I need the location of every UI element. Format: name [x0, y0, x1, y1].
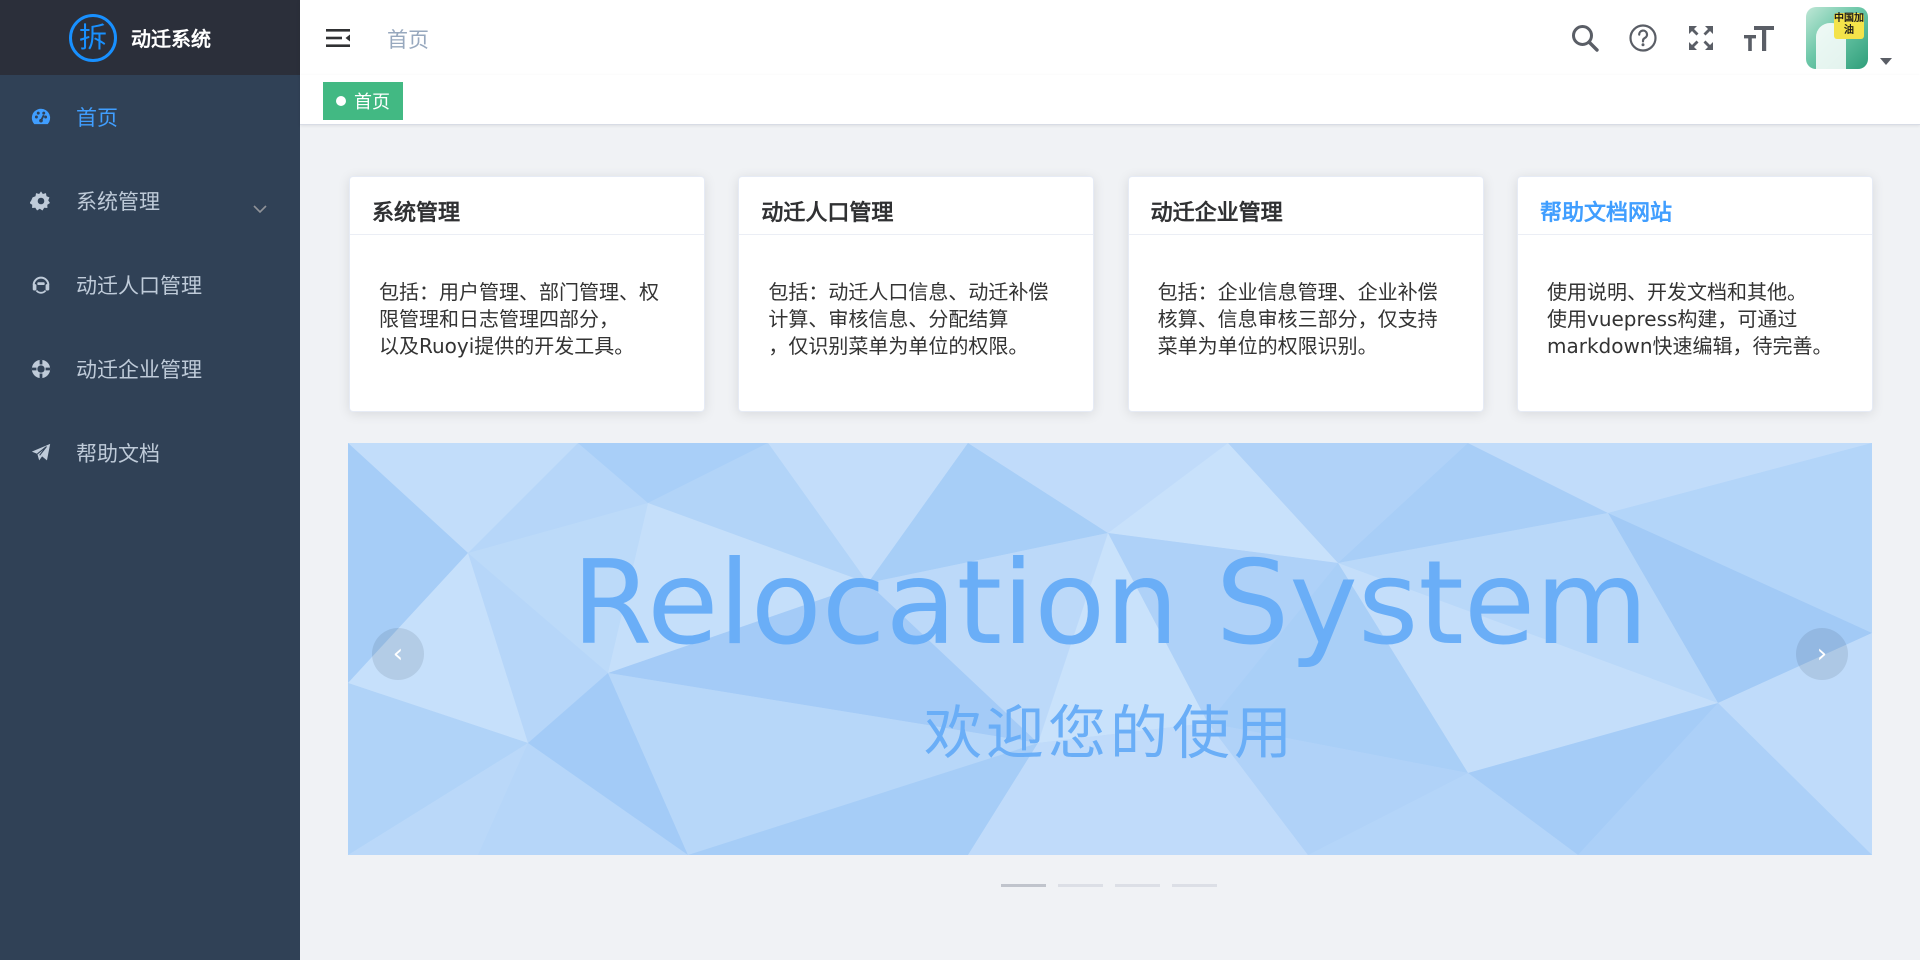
chevron-right-icon: ›: [1816, 639, 1828, 669]
card-body: 使用说明、开发文档和其他。 使用vuepress构建，可通过 markdown快…: [1518, 235, 1872, 360]
sidebar-menu: 首页 系统管理 动迁人口管理 动迁企业管理 帮助文档: [0, 75, 300, 495]
card-title: 动迁人口管理: [739, 177, 1094, 235]
avatar-badge: 中国加油: [1834, 12, 1864, 39]
card-line: 限管理和日志管理四部分，: [379, 307, 619, 331]
card-line: 菜单为单位的权限识别。: [1157, 334, 1378, 358]
enterprise-icon: [28, 356, 54, 382]
chevron-down-icon: [252, 195, 268, 219]
card-line: 包括：动迁人口信息、动迁补偿: [768, 280, 1049, 304]
fullscreen-icon[interactable]: [1684, 21, 1718, 55]
sidebar-item-help[interactable]: 帮助文档: [0, 411, 300, 495]
carousel-indicator[interactable]: [1058, 884, 1103, 887]
sidebar-item-system[interactable]: 系统管理: [0, 159, 300, 243]
carousel-title: Relocation System: [571, 536, 1649, 671]
user-menu[interactable]: 中国加油: [1806, 6, 1892, 69]
card-line: 核算、信息审核三部分，仅支持: [1157, 307, 1438, 331]
sidebar: 拆 动迁系统 首页 系统管理 动迁人口管理 动迁企业管理 帮助文档: [0, 0, 300, 960]
card-body: 包括：动迁人口信息、动迁补偿 计算、审核信息、分配结算 ，仅识别菜单为单位的权限…: [739, 235, 1093, 360]
sidebar-item-label: 系统管理: [76, 190, 160, 214]
dashboard-icon: [28, 104, 54, 130]
banner-carousel: Relocation System 欢迎您的使用 ‹ ›: [348, 443, 1872, 855]
card-title: 系统管理: [350, 177, 704, 235]
people-icon: [28, 272, 54, 298]
card-title: 动迁企业管理: [1128, 177, 1483, 235]
card-line: 包括：企业信息管理、企业补偿: [1157, 280, 1438, 304]
tag-home[interactable]: 首页: [323, 82, 403, 120]
sidebar-item-label: 首页: [76, 106, 118, 130]
card-line: 使用说明、开发文档和其他。: [1546, 280, 1807, 304]
carousel-subtitle: 欢迎您的使用: [923, 699, 1296, 767]
card-line: 包括：用户管理、部门管理、权: [379, 280, 659, 304]
card-line: ，仅识别菜单为单位的权限。: [768, 334, 1029, 358]
paper-plane-icon: [28, 440, 54, 466]
card-system-management: 系统管理 包括：用户管理、部门管理、权 限管理和日志管理四部分， 以及Ruoyi…: [349, 176, 705, 412]
chevron-left-icon: ‹: [392, 639, 404, 669]
carousel-next-button[interactable]: ›: [1796, 628, 1848, 680]
carousel-indicators: [1001, 884, 1217, 887]
carousel-indicator[interactable]: [1172, 884, 1217, 887]
sidebar-item-population[interactable]: 动迁人口管理: [0, 243, 300, 327]
card-line: 使用vuepress构建，可通过: [1546, 307, 1798, 331]
active-dot-icon: [336, 96, 346, 106]
feature-cards: 系统管理 包括：用户管理、部门管理、权 限管理和日志管理四部分， 以及Ruoyi…: [349, 176, 1873, 412]
logo-bar[interactable]: 拆 动迁系统: [0, 0, 300, 75]
card-population-management: 动迁人口管理 包括：动迁人口信息、动迁补偿 计算、审核信息、分配结算 ，仅识别菜…: [738, 176, 1095, 412]
carousel-prev-button[interactable]: ‹: [372, 628, 424, 680]
app-logo: 拆: [69, 13, 117, 62]
sidebar-item-label: 动迁企业管理: [76, 358, 202, 382]
sidebar-item-enterprise[interactable]: 动迁企业管理: [0, 327, 300, 411]
help-docs-link[interactable]: 帮助文档网站: [1517, 177, 1872, 235]
hamburger-menu-icon[interactable]: [324, 24, 352, 52]
carousel-indicator[interactable]: [1115, 884, 1160, 887]
sidebar-item-label: 帮助文档: [76, 442, 160, 466]
search-icon[interactable]: [1568, 21, 1602, 55]
top-navbar: 首页 中国加油: [300, 0, 1920, 75]
gear-icon: [28, 188, 54, 214]
card-body: 包括：企业信息管理、企业补偿 核算、信息审核三部分，仅支持 菜单为单位的权限识别…: [1129, 235, 1483, 360]
card-line: markdown快速编辑，待完善。: [1546, 334, 1833, 358]
sidebar-item-home[interactable]: 首页: [0, 75, 300, 159]
navbar-right: 中国加油: [1568, 0, 1920, 75]
caret-down-icon: [1880, 57, 1892, 65]
card-body: 包括：用户管理、部门管理、权 限管理和日志管理四部分， 以及Ruoyi提供的开发…: [350, 235, 704, 360]
avatar: 中国加油: [1806, 6, 1868, 69]
card-line: 计算、审核信息、分配结算: [768, 307, 1009, 331]
question-icon[interactable]: [1626, 21, 1660, 55]
font-size-icon[interactable]: [1742, 21, 1776, 55]
carousel-indicator[interactable]: [1001, 884, 1046, 887]
app-title: 动迁系统: [131, 27, 211, 51]
tag-label: 首页: [354, 92, 390, 113]
card-help-docs: 帮助文档网站 使用说明、开发文档和其他。 使用vuepress构建，可通过 ma…: [1516, 176, 1873, 412]
card-enterprise-management: 动迁企业管理 包括：企业信息管理、企业补偿 核算、信息审核三部分，仅支持 菜单为…: [1127, 176, 1484, 412]
sidebar-item-label: 动迁人口管理: [76, 274, 202, 298]
card-line: 以及Ruoyi提供的开发工具。: [379, 334, 635, 358]
tags-view: 首页: [300, 75, 1920, 125]
breadcrumb: 首页: [387, 28, 429, 52]
